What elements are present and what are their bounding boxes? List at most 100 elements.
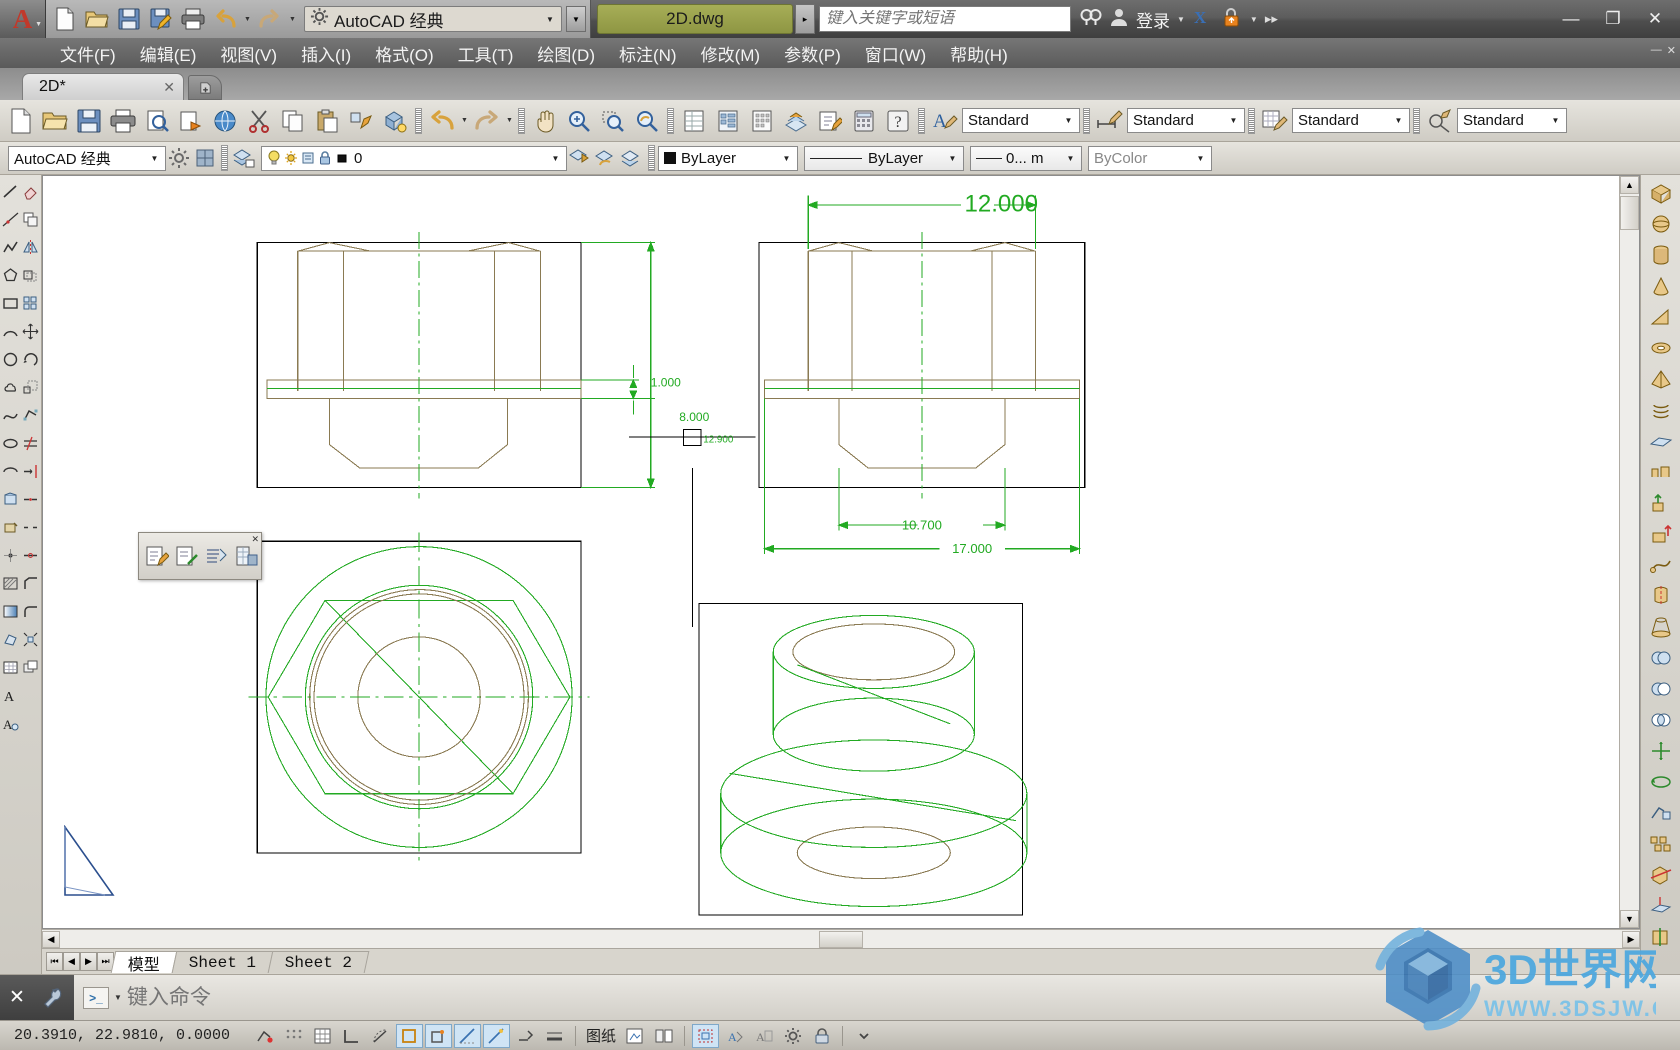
application-menu-button[interactable]: A ▼ — [0, 0, 46, 38]
point-icon[interactable] — [0, 542, 20, 569]
dynamic-ucs-toggle[interactable] — [483, 1023, 510, 1048]
press-pull-icon[interactable] — [1646, 519, 1676, 549]
union-icon[interactable] — [1646, 643, 1676, 673]
open-file-icon[interactable] — [38, 104, 72, 138]
multileader-style-combo[interactable]: Standard ▼ — [1457, 108, 1567, 133]
polysolid-icon[interactable] — [1646, 457, 1676, 487]
insert-block-icon[interactable] — [0, 486, 20, 513]
scroll-left-icon[interactable]: ◀ — [42, 930, 60, 948]
sweep-icon[interactable] — [1646, 550, 1676, 580]
intersect-icon[interactable] — [1646, 705, 1676, 735]
annotation-visibility-icon[interactable]: A — [721, 1024, 748, 1048]
close-icon[interactable]: ✕ — [251, 534, 259, 545]
lineweight-combo[interactable]: 0... m ▼ — [970, 145, 1082, 171]
command-input[interactable] — [126, 985, 687, 1010]
new-tab-button[interactable] — [188, 75, 222, 100]
add-text-icon[interactable]: A — [0, 710, 20, 737]
chevron-down-icon[interactable]: ▼ — [1062, 154, 1079, 163]
undo-dropdown-icon[interactable]: ▼ — [242, 4, 253, 34]
gradient-icon[interactable] — [0, 598, 20, 625]
snap-mode-toggle[interactable] — [280, 1024, 307, 1048]
copy-object-icon[interactable] — [21, 206, 41, 233]
close-button[interactable]: ✕ — [1634, 5, 1676, 33]
prev-layout-icon[interactable]: ◀ — [63, 952, 80, 971]
ortho-mode-toggle[interactable] — [338, 1024, 365, 1048]
first-layout-icon[interactable]: ⏮ — [46, 952, 63, 971]
polar-tracking-toggle[interactable] — [367, 1024, 394, 1048]
help-icon[interactable]: ? — [881, 104, 915, 138]
3drotate-icon[interactable] — [1646, 767, 1676, 797]
document-menu-icon[interactable]: ▸ — [795, 4, 815, 34]
dimension-style-icon[interactable] — [1093, 104, 1127, 138]
slice-icon[interactable] — [1646, 860, 1676, 890]
torus-icon[interactable] — [1646, 333, 1676, 363]
zoom-window-icon[interactable] — [596, 104, 630, 138]
3dmove-icon[interactable] — [1646, 736, 1676, 766]
layer-combo[interactable]: 0 ▼ — [261, 145, 567, 171]
text-style-combo[interactable]: Standard ▼ — [962, 108, 1080, 133]
undo-icon[interactable] — [210, 4, 240, 34]
calculator-icon[interactable] — [847, 104, 881, 138]
trim-icon[interactable] — [21, 430, 41, 457]
qat-overflow-button[interactable]: ▼ — [566, 6, 586, 32]
extract-data-icon[interactable] — [233, 541, 261, 571]
lock-toolbars-icon[interactable] — [808, 1024, 835, 1048]
minimize-button[interactable]: — — [1550, 5, 1592, 33]
revolve-icon[interactable] — [1646, 581, 1676, 611]
sheetset-icon[interactable] — [779, 104, 813, 138]
preview-icon[interactable] — [140, 104, 174, 138]
circle-icon[interactable] — [0, 346, 20, 373]
redo-dropdown-icon[interactable]: ▼ — [287, 4, 298, 34]
move-icon[interactable] — [21, 318, 41, 345]
polyline-icon[interactable] — [0, 234, 20, 261]
section-plane-icon[interactable] — [1646, 891, 1676, 921]
table-icon[interactable] — [0, 654, 20, 681]
chevron-down-icon[interactable]: ▼ — [1225, 116, 1242, 125]
make-object-layer-current-icon[interactable] — [567, 145, 593, 171]
break-at-point-icon[interactable] — [21, 486, 41, 513]
expand-icons-icon[interactable]: ▸▸ — [1265, 11, 1278, 27]
menu-item-modify[interactable]: 修改(M) — [689, 38, 772, 69]
chevron-down-icon[interactable]: ▼ — [146, 154, 163, 163]
live-section-icon[interactable] — [1646, 922, 1676, 952]
scroll-right-icon[interactable]: ▶ — [1622, 930, 1640, 948]
ellipse-icon[interactable] — [0, 430, 20, 457]
open-icon[interactable] — [82, 4, 112, 34]
workspace-settings-gear-icon[interactable] — [166, 145, 192, 171]
scroll-down-icon[interactable]: ▼ — [1620, 910, 1639, 928]
space-indicator[interactable]: 图纸 — [582, 1025, 620, 1046]
matchprop-icon[interactable] — [344, 104, 378, 138]
user-avatar-icon[interactable] — [1109, 7, 1129, 32]
mirror-icon[interactable] — [21, 234, 41, 261]
grid-display-toggle[interactable] — [309, 1024, 336, 1048]
command-line-close-button[interactable]: ✕ — [0, 974, 34, 1021]
menu-item-help[interactable]: 帮助(H) — [938, 38, 1020, 69]
table-style-combo[interactable]: Standard ▼ — [1292, 108, 1410, 133]
menu-item-dimension[interactable]: 标注(N) — [607, 38, 689, 69]
layout-tab-sheet-2[interactable]: Sheet 2 — [267, 950, 370, 973]
offset-icon[interactable] — [21, 262, 41, 289]
region-icon[interactable] — [0, 626, 20, 653]
explode-icon[interactable] — [21, 626, 41, 653]
stretch-icon[interactable] — [21, 402, 41, 429]
synchronize-attributes-icon[interactable] — [203, 541, 231, 571]
search-box[interactable] — [819, 6, 1071, 32]
chevron-down-icon[interactable]: ▼ — [1250, 15, 1258, 24]
drawing-close-button[interactable]: ✕ — [1667, 44, 1676, 57]
file-tab-2d[interactable]: 2D* ✕ — [22, 73, 184, 100]
rectangle-icon[interactable] — [0, 290, 20, 317]
auto-scale-icon[interactable]: A — [750, 1024, 777, 1048]
cone-icon[interactable] — [1646, 271, 1676, 301]
status-expand-icon[interactable] — [850, 1024, 877, 1048]
annotation-scale-icon[interactable] — [692, 1023, 720, 1048]
fillet-icon[interactable] — [21, 598, 41, 625]
paste-icon[interactable] — [310, 104, 344, 138]
quick-view-layouts-icon[interactable] — [621, 1024, 648, 1048]
menu-item-tools[interactable]: 工具(T) — [446, 38, 526, 69]
plotstyle-combo[interactable]: ByColor ▼ — [1088, 145, 1212, 171]
security-lock-icon[interactable] — [1221, 7, 1243, 32]
vertical-scroll-thumb[interactable] — [1620, 196, 1639, 230]
chevron-down-icon[interactable]: ▼ — [114, 993, 122, 1002]
object-snap-toggle[interactable] — [396, 1023, 423, 1048]
chevron-down-icon[interactable]: ▼ — [541, 15, 559, 24]
